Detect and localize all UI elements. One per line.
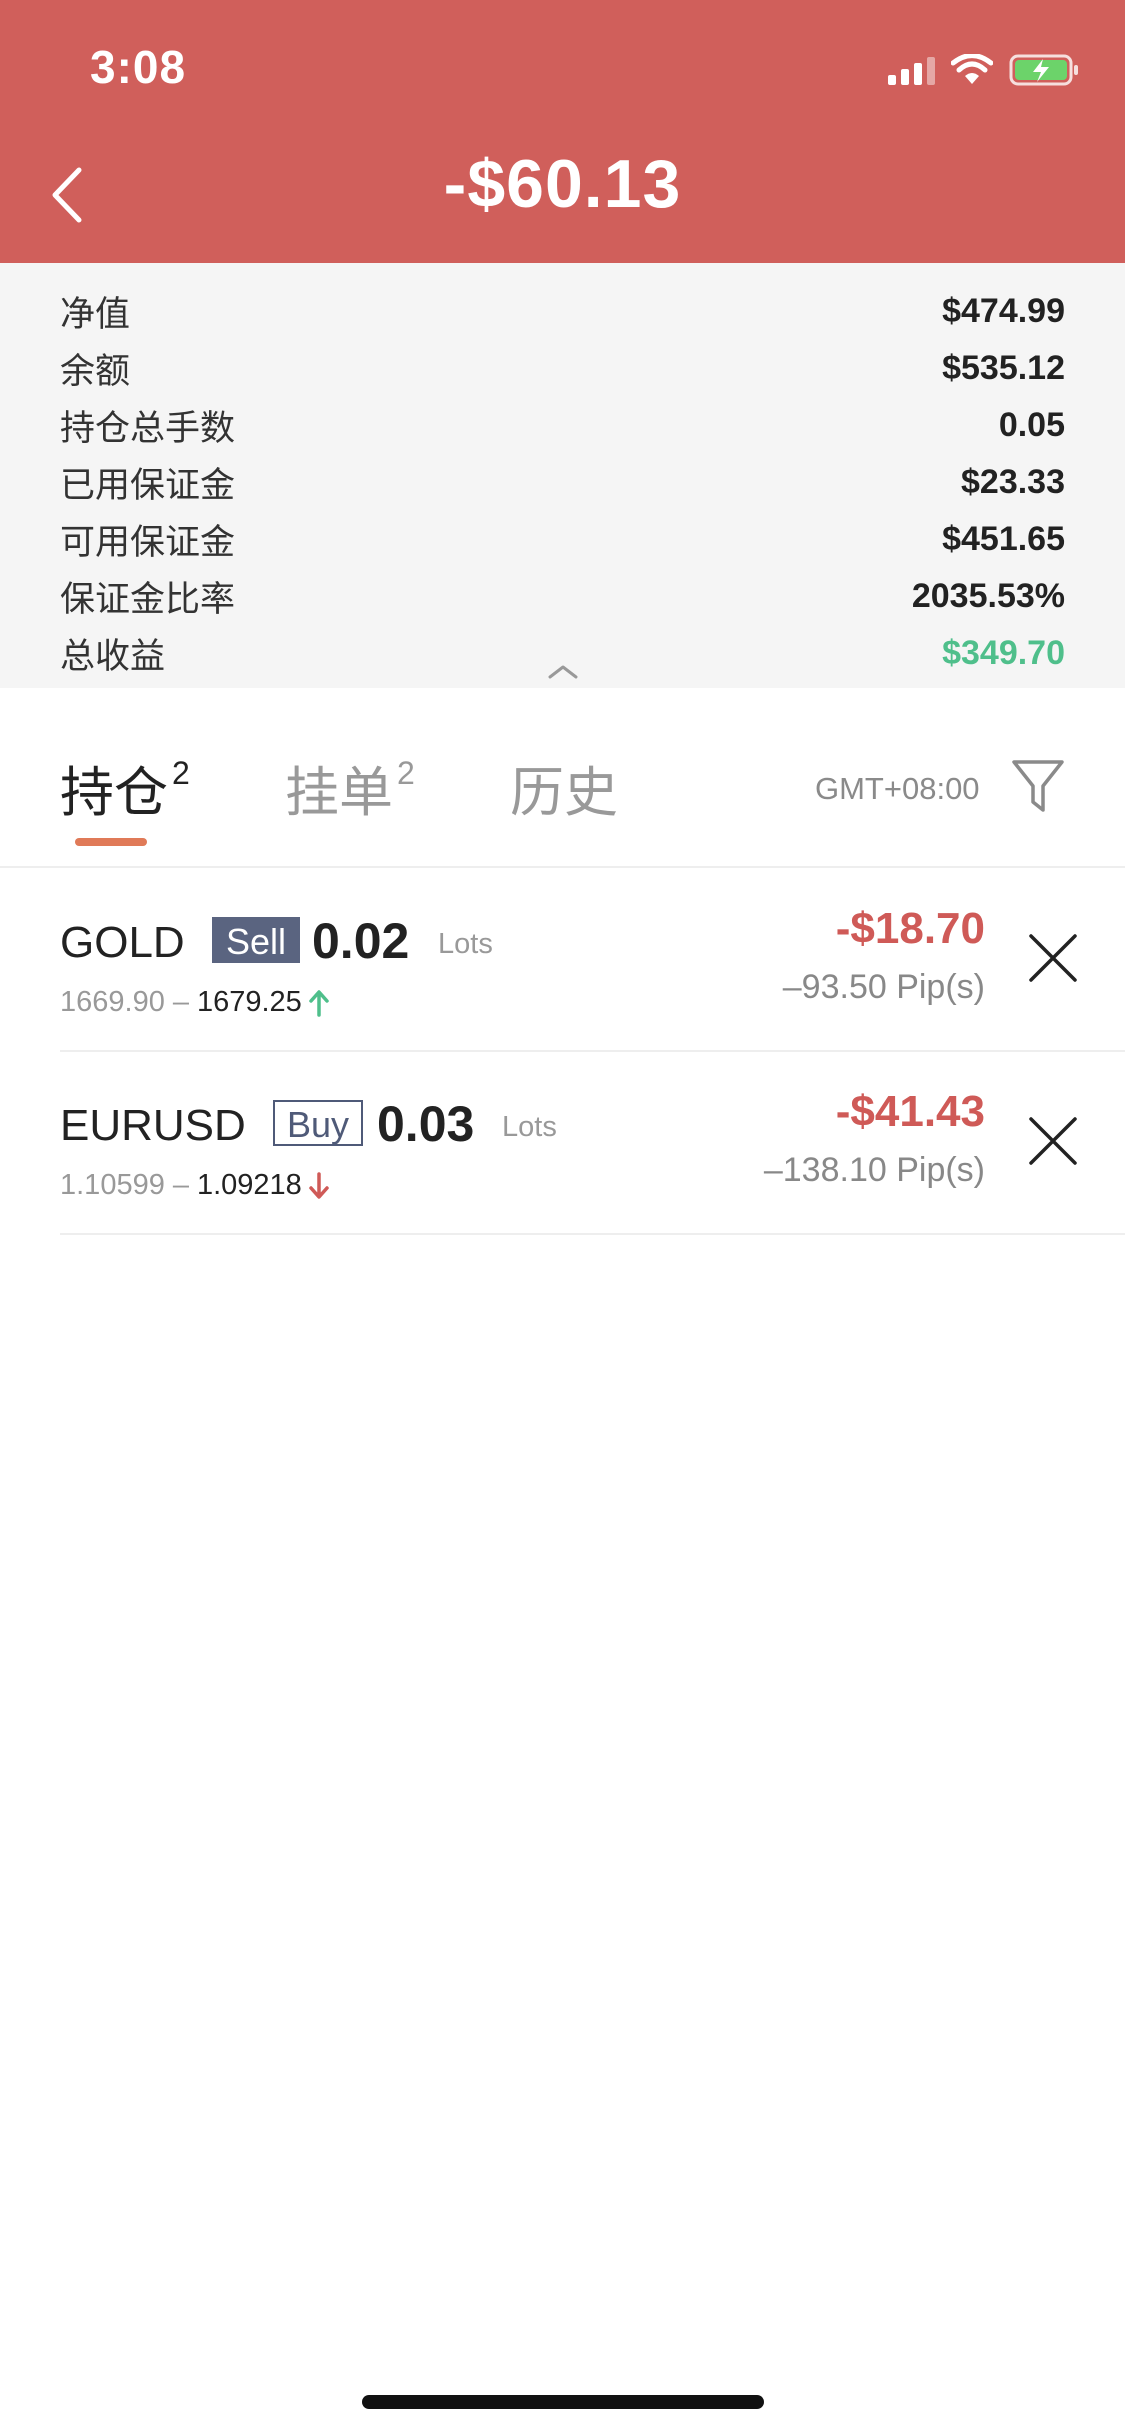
- summary-row-total-lots: 持仓总手数 0.05: [60, 397, 1065, 454]
- timezone-label: GMT+08:00: [815, 771, 980, 806]
- summary-value: $535.12: [942, 349, 1065, 387]
- summary-row-margin-ratio: 保证金比率 2035.53%: [60, 568, 1065, 625]
- position-symbol: GOLD: [60, 918, 185, 967]
- lots-label: Lots: [502, 1111, 557, 1143]
- tab-pending-orders[interactable]: 挂单 2: [285, 748, 415, 827]
- summary-value: $23.33: [961, 463, 1065, 501]
- price-range: 1669.90 – 1679.25: [60, 986, 330, 1019]
- header-bar: 3:08 -$60.13: [0, 0, 1125, 263]
- summary-value: 2035.53%: [911, 577, 1065, 615]
- lots-label: Lots: [438, 928, 493, 960]
- filter-button[interactable]: [1010, 756, 1066, 816]
- active-tab-indicator: [75, 838, 147, 846]
- open-price: 1669.90: [60, 986, 165, 1018]
- close-icon: [1029, 934, 1077, 982]
- position-row-gold[interactable]: GOLD Sell 0.02 Lots 1669.90 – 1679.25 -$…: [60, 868, 1125, 1052]
- summary-value: $349.70: [942, 634, 1065, 672]
- summary-row-used-margin: 已用保证金 $23.33: [60, 454, 1065, 511]
- tab-history[interactable]: 历史: [510, 748, 618, 827]
- summary-label: 可用保证金: [60, 523, 236, 563]
- current-price: 1.09218: [196, 1169, 302, 1201]
- tab-label: 历史: [510, 761, 618, 824]
- positions-screen: 3:08 -$60.13 净值 $474.99 余额 $535.12 持仓总手数…: [0, 0, 1125, 2436]
- account-summary: 净值 $474.99 余额 $535.12 持仓总手数 0.05 已用保证金 $…: [0, 263, 1125, 688]
- tab-count: 2: [172, 755, 190, 791]
- arrow-down-icon: [308, 1171, 330, 1200]
- position-pnl: -$41.43: [835, 1087, 985, 1136]
- position-lots: 0.03: [377, 1096, 475, 1152]
- position-row-eurusd[interactable]: EURUSD Buy 0.03 Lots 1.10599 – 1.09218 -…: [60, 1051, 1125, 1235]
- total-pnl-title: -$60.13: [443, 146, 682, 222]
- tab-count: 2: [397, 755, 415, 791]
- summary-label: 持仓总手数: [60, 409, 236, 449]
- summary-value: 0.05: [998, 406, 1065, 444]
- status-icons: [888, 50, 1081, 90]
- position-lots: 0.02: [312, 913, 410, 969]
- tab-label: 持仓: [60, 761, 168, 824]
- status-time: 3:08: [90, 41, 187, 93]
- home-indicator[interactable]: [362, 2395, 764, 2409]
- summary-value: $451.65: [942, 520, 1065, 558]
- summary-label: 已用保证金: [60, 466, 236, 506]
- summary-label: 余额: [60, 352, 131, 392]
- side-badge-sell: Sell: [212, 917, 301, 963]
- summary-label: 净值: [60, 295, 131, 335]
- open-price: 1.10599: [60, 1169, 165, 1201]
- position-pnl: -$18.70: [835, 904, 985, 953]
- position-pips: –93.50 Pip(s): [782, 968, 985, 1006]
- arrow-up-icon: [308, 989, 330, 1017]
- position-symbol: EURUSD: [60, 1101, 246, 1150]
- tab-positions[interactable]: 持仓 2: [60, 748, 190, 827]
- order-tabs: 持仓 2 挂单 2 历史 GMT+08:00: [0, 688, 1125, 868]
- price-separator: –: [172, 1169, 189, 1201]
- summary-row-free-margin: 可用保证金 $451.65: [60, 511, 1065, 568]
- close-position-button[interactable]: [1025, 1113, 1081, 1169]
- current-price: 1679.25: [196, 986, 302, 1018]
- position-pips: –138.10 Pip(s): [763, 1151, 985, 1189]
- price-range: 1.10599 – 1.09218: [60, 1169, 330, 1202]
- wifi-icon: [951, 54, 993, 84]
- summary-label: 总收益: [60, 637, 166, 677]
- cellular-signal-icon: [888, 55, 935, 85]
- summary-value: $474.99: [942, 292, 1065, 330]
- summary-row-equity: 净值 $474.99: [60, 283, 1065, 340]
- price-separator: –: [172, 986, 189, 1018]
- close-icon: [1029, 1117, 1077, 1165]
- side-badge-buy: Buy: [273, 1100, 364, 1146]
- chevron-up-icon: [548, 665, 578, 679]
- close-position-button[interactable]: [1025, 930, 1081, 986]
- battery-charging-icon: [1009, 54, 1078, 86]
- filter-icon: [1012, 760, 1064, 812]
- summary-row-balance: 余额 $535.12: [60, 340, 1065, 397]
- summary-label: 保证金比率: [60, 580, 236, 620]
- collapse-summary-button[interactable]: [542, 655, 584, 685]
- tab-label: 挂单: [285, 761, 393, 824]
